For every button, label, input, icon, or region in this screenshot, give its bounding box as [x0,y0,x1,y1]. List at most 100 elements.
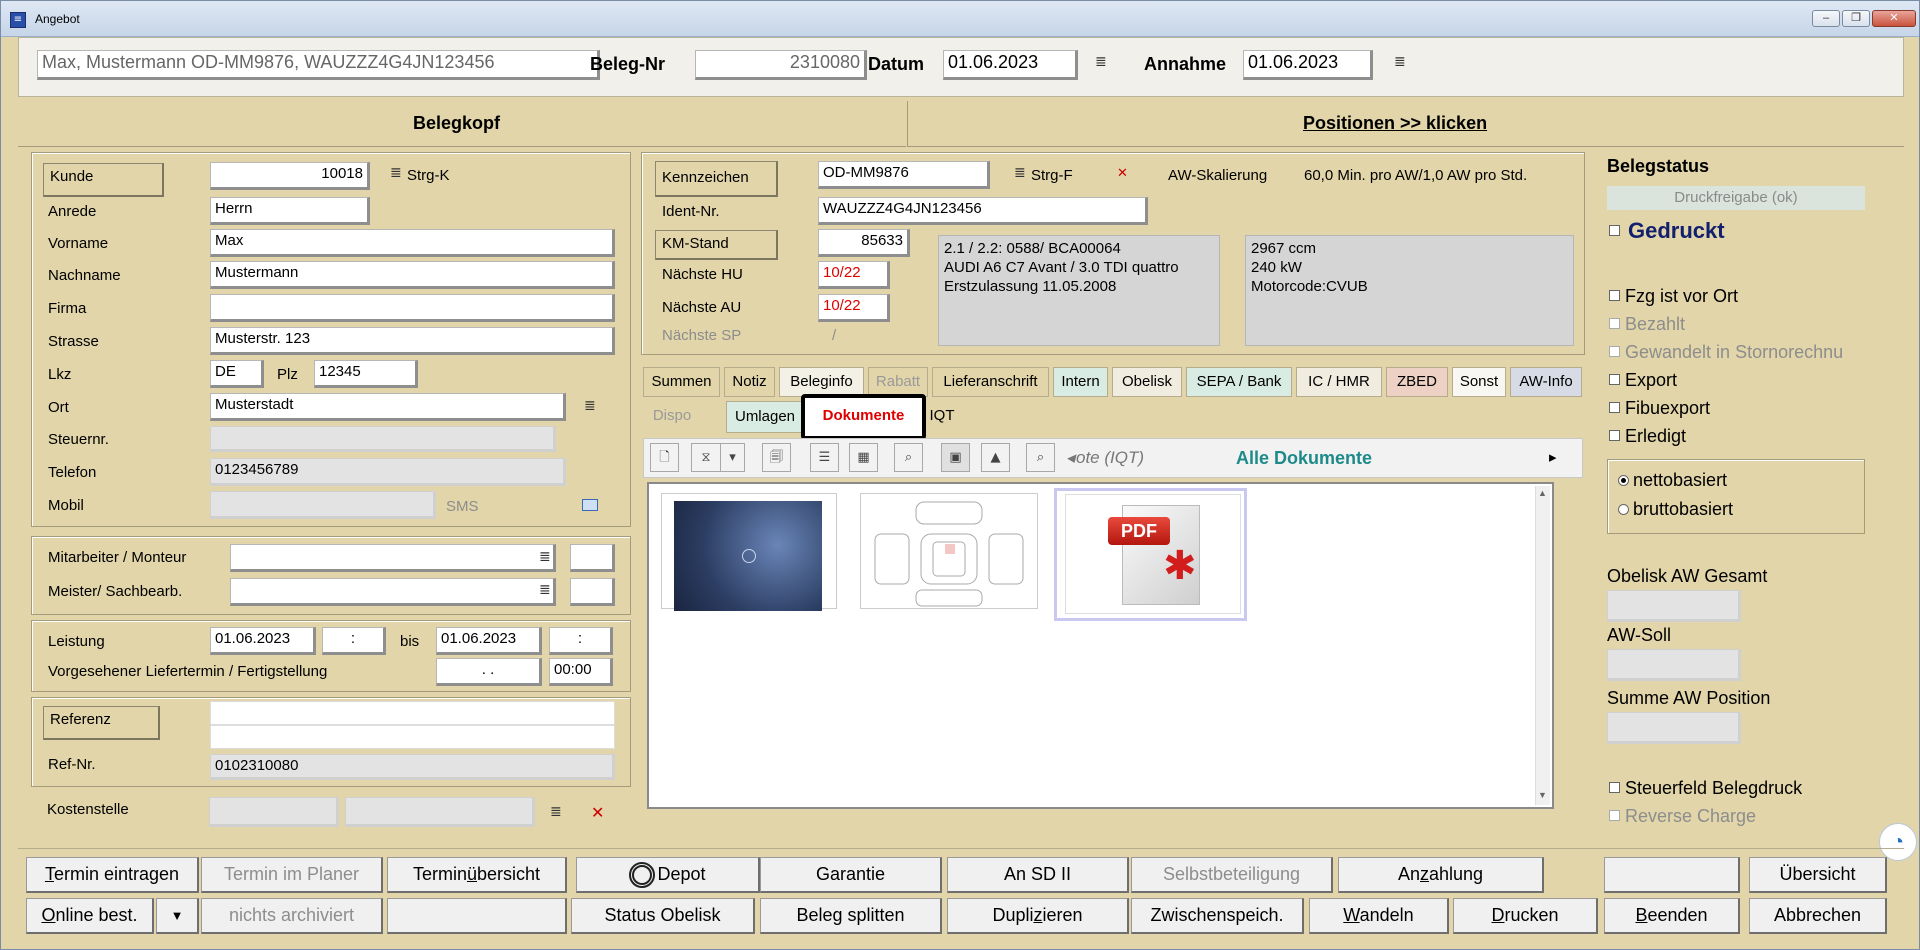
document-thumb-photo[interactable] [661,493,837,611]
kennzeichen-list-icon[interactable]: ≣ [1014,165,1026,181]
scroll-left-icon[interactable]: ◂ [1066,448,1075,468]
leistung-from-time[interactable]: : [322,627,386,655]
empty-button[interactable] [1604,857,1740,893]
anrede-field[interactable]: Herrn [210,197,370,225]
abbrechen-button[interactable]: Abbrechen [1749,898,1887,934]
tab-ic-hmr[interactable]: IC / HMR [1296,367,1382,397]
tab-lieferanschrift[interactable]: Lieferanschrift [932,367,1049,397]
anzahlung-button[interactable]: Anzahlung [1338,857,1544,893]
thumbnail-view-icon[interactable]: ▣ [941,443,970,472]
tab-positionen[interactable]: Positionen >> klicken [907,101,1904,147]
kostenstelle-clear-icon[interactable]: ✕ [591,803,604,822]
tab-belegkopf[interactable]: Belegkopf [18,101,906,147]
image-view-icon[interactable]: ▲ [981,443,1010,472]
kennzeichen-clear-icon[interactable]: ✕ [1117,166,1128,181]
referenz-field-1[interactable] [210,701,615,725]
tab-notiz[interactable]: Notiz [724,367,775,397]
ort-list-icon[interactable]: ≣ [584,398,596,414]
mitarbeiter-code-field[interactable] [570,544,615,572]
km-stand-field[interactable]: 85633 [818,229,910,257]
firma-field[interactable] [210,294,615,322]
kostenstelle-field-1[interactable] [209,797,339,827]
list-view-icon[interactable]: ☰ [810,443,839,472]
new-document-icon[interactable]: 🗋 [650,443,679,472]
steuernr-field[interactable] [210,426,556,452]
annahme-field[interactable]: 01.06.2023 [1243,50,1373,80]
sms-send-icon[interactable] [582,499,598,511]
scan-icon[interactable]: ⧖ [691,443,721,472]
lkz-field[interactable]: DE [210,360,264,388]
tab-sonst[interactable]: Sonst [1452,367,1506,397]
tab-summen[interactable]: Summen [643,367,720,397]
drucken-button[interactable]: Drucken [1453,898,1598,934]
leistung-to-date[interactable]: 01.06.2023 [436,627,542,655]
online-best-button[interactable]: Online best. [26,898,154,934]
referenz-field-2[interactable] [210,725,615,749]
leistung-from-date[interactable]: 01.06.2023 [210,627,316,655]
bruttobasiert-radio[interactable] [1618,504,1629,515]
steuerfeld-checkbox[interactable] [1609,782,1620,793]
kunde-field[interactable]: 10018 [210,162,370,190]
tab-umlagen[interactable]: Umlagen [726,401,804,433]
beenden-button[interactable]: Beenden [1604,898,1740,934]
depot-button[interactable]: Depot [576,857,760,893]
tab-sepa-bank[interactable]: SEPA / Bank [1186,367,1292,397]
vehicle-field[interactable]: Max, Mustermann OD-MM9876, WAUZZZ4G4JN12… [37,50,600,80]
meister-list-icon[interactable]: ≣ [539,582,551,598]
document-thumb-car-diagram[interactable] [860,493,1038,609]
status-obelisk-button[interactable]: Status Obelisk [571,898,755,934]
telefon-field[interactable]: 0123456789 [210,458,566,486]
grid-view-icon[interactable]: ▦ [849,443,878,472]
meister-field[interactable] [230,578,556,606]
uebersicht-button[interactable]: Übersicht [1749,857,1887,893]
terminuebersicht-button[interactable]: Terminübersicht [387,857,567,893]
liefertermin-date[interactable]: . . [436,658,542,686]
tab-beleginfo[interactable]: Beleginfo [779,367,864,397]
leistung-to-time[interactable]: : [549,627,613,655]
scroll-right-icon[interactable]: ▸ [1549,448,1557,466]
document-thumb-pdf[interactable]: ✱ PDF [1054,488,1247,621]
km-stand-button[interactable]: KM-Stand [655,230,778,260]
scroll-down-icon[interactable]: ▼ [1538,790,1547,800]
mitarbeiter-field[interactable] [230,544,556,572]
blank-button[interactable] [387,898,567,934]
close-button[interactable]: ✕ [1872,10,1916,27]
garantie-button[interactable]: Garantie [760,857,942,893]
beleg-nr-field[interactable]: 2310080 [695,50,867,80]
kennzeichen-field[interactable]: OD-MM9876 [818,161,990,189]
ort-field[interactable]: Musterstadt [210,393,566,421]
meister-code-field[interactable] [570,578,615,606]
datum-picker-icon[interactable]: ≣ [1095,54,1107,70]
liefertermin-time[interactable]: 00:00 [549,658,613,686]
beleg-splitten-button[interactable]: Beleg splitten [760,898,942,934]
export-checkbox[interactable] [1609,374,1620,385]
kostenstelle-field-2[interactable] [345,797,535,827]
erledigt-checkbox[interactable] [1609,430,1620,441]
tab-obelisk[interactable]: Obelisk [1112,367,1182,397]
preview-icon[interactable]: ⌕ [1026,443,1055,472]
nettobasiert-radio[interactable] [1618,475,1629,486]
naechste-hu-field[interactable]: 10/22 [818,261,890,289]
kunde-button[interactable]: Kunde [43,163,164,197]
scroll-up-icon[interactable]: ▲ [1538,488,1547,498]
zwischenspeichern-button[interactable]: Zwischenspeich. [1131,898,1304,934]
plz-field[interactable]: 12345 [314,360,418,388]
duplizieren-button[interactable]: Duplizieren [947,898,1129,934]
strasse-field[interactable]: Musterstr. 123 [210,327,615,355]
fibuexport-checkbox[interactable] [1609,402,1620,413]
documents-scrollbar[interactable]: ▲ ▼ [1535,486,1550,805]
maximize-button[interactable]: ❐ [1842,10,1870,27]
online-dropdown-button[interactable]: ▼ [156,898,199,934]
mitarbeiter-list-icon[interactable]: ≣ [539,549,551,565]
kunde-list-icon[interactable]: ≣ [390,165,402,181]
kostenstelle-list-icon[interactable]: ≣ [550,804,562,820]
ident-nr-field[interactable]: WAUZZZ4G4JN123456 [818,197,1148,225]
gedruckt-checkbox[interactable] [1609,225,1620,236]
wandeln-button[interactable]: Wandeln [1309,898,1449,934]
import-document-icon[interactable]: 🗐 [762,443,791,472]
annahme-picker-icon[interactable]: ≣ [1394,54,1406,70]
minimize-button[interactable]: – [1812,10,1840,27]
referenz-button[interactable]: Referenz [43,706,160,740]
tab-intern[interactable]: Intern [1053,367,1108,397]
datum-field[interactable]: 01.06.2023 [943,50,1078,80]
